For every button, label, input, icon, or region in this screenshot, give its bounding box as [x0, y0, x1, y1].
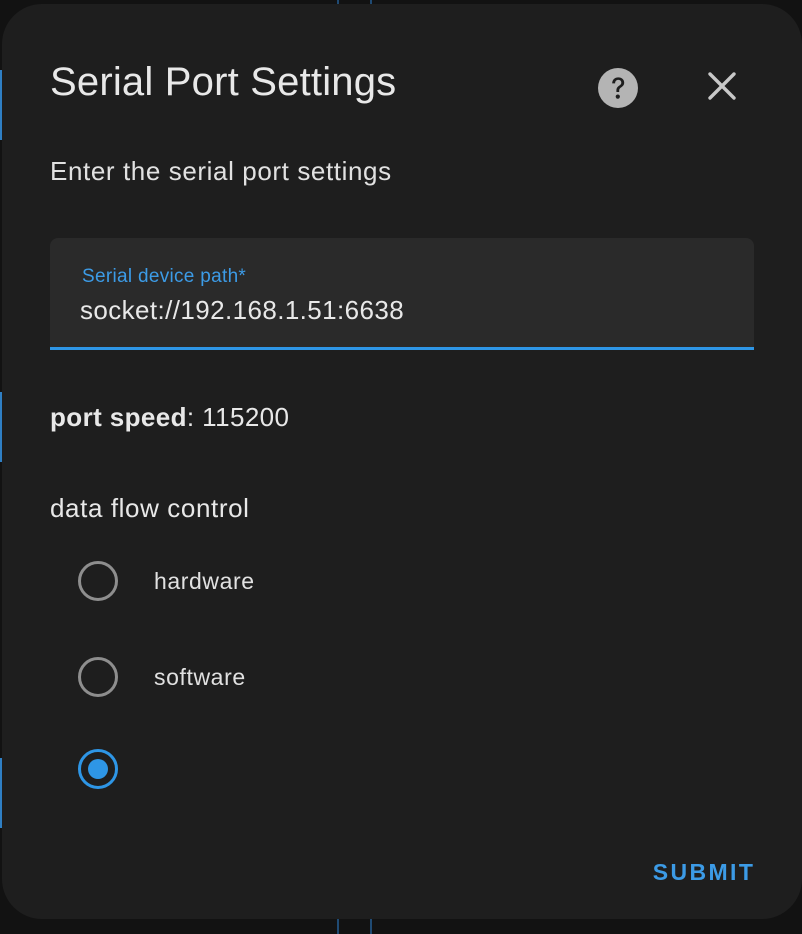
flow-control-option-hardware[interactable]: hardware — [78, 561, 255, 601]
serial-device-path-field[interactable]: Serial device path* — [50, 238, 754, 350]
submit-button[interactable]: SUBMIT — [642, 854, 766, 890]
close-icon[interactable] — [704, 68, 740, 104]
port-speed-value: : 115200 — [186, 402, 290, 432]
radio-label: software — [154, 663, 246, 690]
radio-button-selected[interactable] — [78, 749, 118, 789]
port-speed-readout: port speed: 115200 — [50, 402, 289, 433]
serial-device-path-label: Serial device path* — [82, 266, 247, 287]
dialog-title: Serial Port Settings — [50, 60, 397, 104]
serial-port-settings-dialog: Serial Port Settings Enter the serial po… — [2, 4, 802, 919]
radio-button[interactable] — [78, 561, 118, 601]
help-circle-icon[interactable] — [598, 68, 638, 108]
flow-control-option-software[interactable]: software — [78, 657, 246, 697]
flow-control-option-none[interactable] — [78, 749, 154, 789]
dialog-description: Enter the serial port settings — [50, 156, 392, 186]
port-speed-label: port speed — [50, 402, 187, 432]
backdrop-line — [337, 918, 339, 934]
data-flow-control-heading: data flow control — [50, 493, 250, 523]
radio-button[interactable] — [78, 657, 118, 697]
radio-label: hardware — [154, 567, 255, 594]
serial-device-path-input[interactable] — [80, 290, 720, 330]
backdrop-line — [370, 918, 372, 934]
